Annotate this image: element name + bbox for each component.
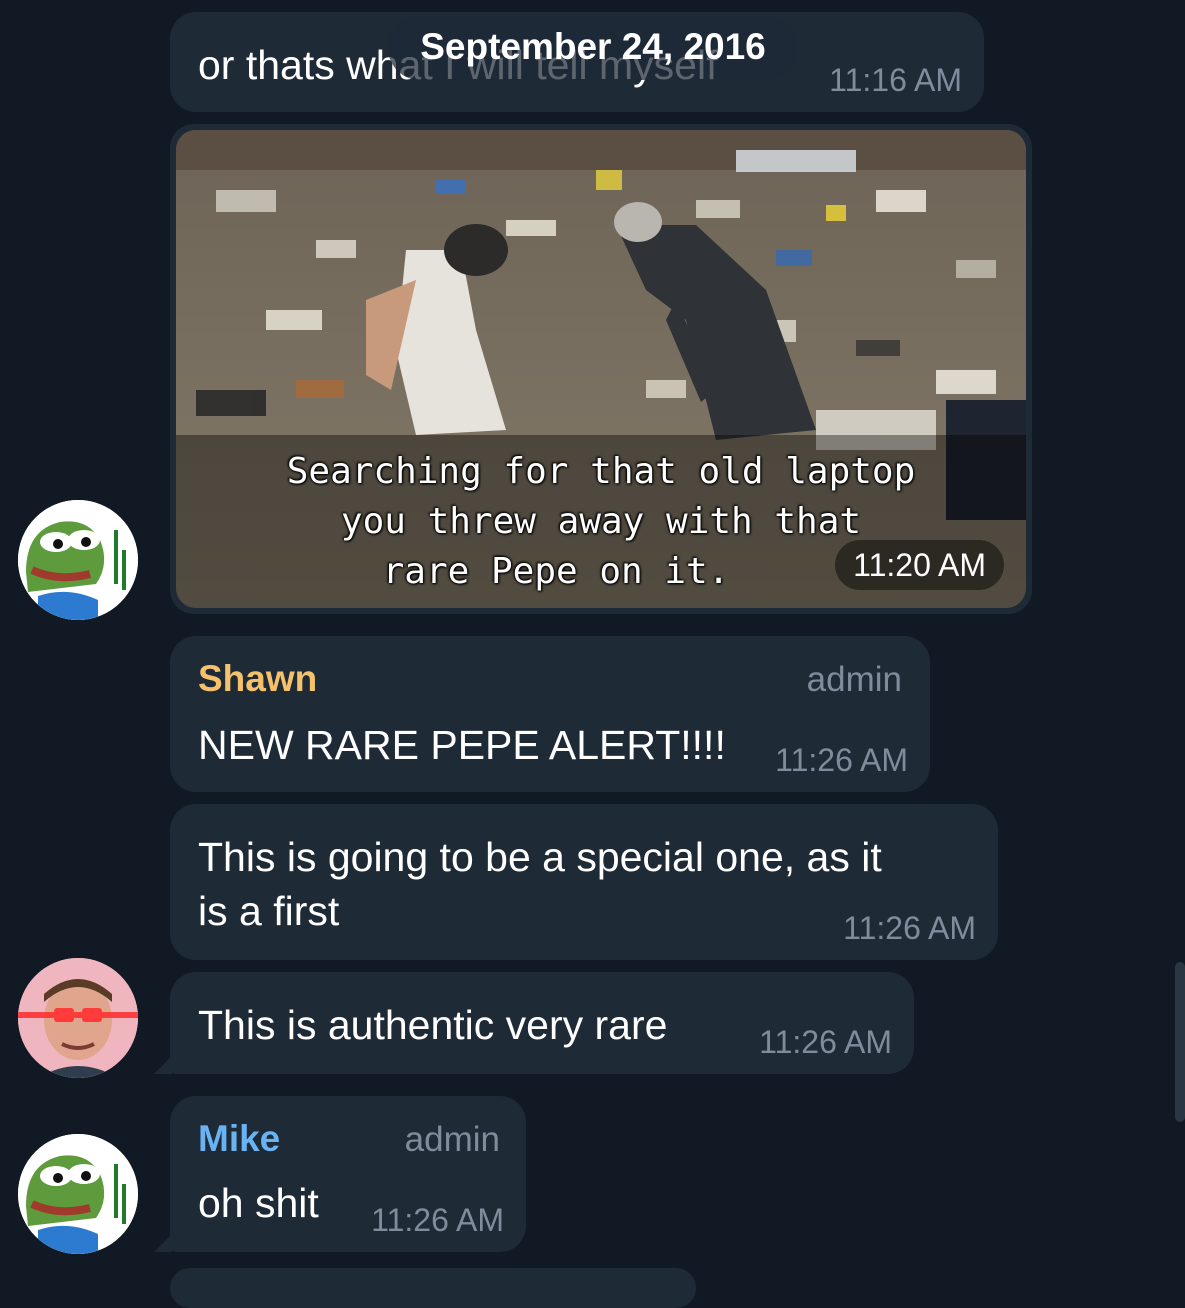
message-time: 11:26 AM: [759, 1024, 892, 1060]
laser-eyes-avatar-icon[interactable]: [18, 958, 138, 1078]
message-bubble[interactable]: This is authentic very rare 11:26 AM: [170, 972, 914, 1074]
sender-name[interactable]: Shawn: [198, 658, 317, 700]
laser-eyes-avatar-image: [18, 958, 138, 1078]
caption-line-1: Searching for that old laptop: [286, 451, 916, 492]
admin-badge: admin: [806, 660, 902, 699]
sender-name[interactable]: Mike: [198, 1118, 280, 1160]
message-bubble[interactable]: Mike admin oh shit 11:26 AM: [170, 1096, 526, 1252]
scrollbar[interactable]: [1175, 962, 1185, 1122]
message-time: 11:16 AM: [829, 62, 962, 98]
message-time: 11:26 AM: [843, 910, 976, 946]
landfill-photo[interactable]: Searching for that old laptop you threw …: [176, 130, 1026, 608]
admin-badge: admin: [404, 1120, 500, 1159]
pepe-avatar-image: [18, 500, 138, 620]
message-bubble[interactable]: This is going to be a special one, as it…: [170, 804, 998, 960]
date-header: September 24, 2016: [388, 16, 798, 80]
message-time: 11:26 AM: [371, 1202, 504, 1238]
message-text: NEW RARE PEPE ALERT!!!!: [198, 722, 726, 768]
pepe-avatar-icon[interactable]: [18, 1134, 138, 1254]
message-text: This is going to be a special one, as it…: [198, 834, 882, 934]
message-bubble[interactable]: Shawn admin NEW RARE PEPE ALERT!!!! 11:2…: [170, 636, 930, 792]
message-bubble-partial[interactable]: [170, 1268, 696, 1308]
caption-line-2: you threw away with that: [340, 501, 862, 542]
photo-message[interactable]: Searching for that old laptop you threw …: [170, 124, 1032, 614]
caption-line-3: rare Pepe on it.: [382, 551, 730, 592]
message-text: oh shit: [198, 1180, 319, 1226]
message-time: 11:26 AM: [775, 742, 908, 778]
pepe-avatar-image: [18, 1134, 138, 1254]
message-text: This is authentic very rare: [198, 1002, 668, 1048]
pepe-avatar-icon[interactable]: [18, 500, 138, 620]
photo-time: 11:20 AM: [835, 540, 1004, 590]
